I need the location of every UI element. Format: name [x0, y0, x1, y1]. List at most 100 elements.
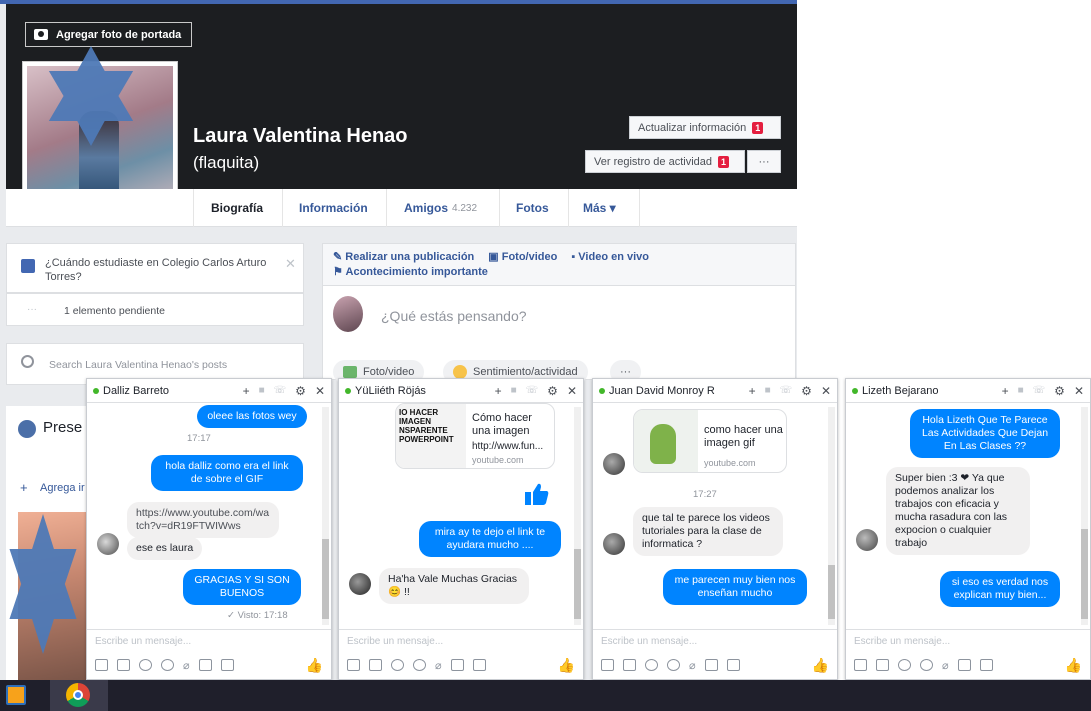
photo-icon[interactable]	[95, 659, 108, 671]
phone-icon[interactable]: ☏	[780, 385, 793, 396]
plus-icon[interactable]: +	[495, 384, 502, 398]
media-player-taskbar-icon[interactable]	[6, 685, 26, 705]
emoji-icon[interactable]	[667, 659, 680, 671]
photo-video-tab[interactable]: ▣ Foto/video	[488, 250, 557, 263]
gear-icon[interactable]: ⚙	[801, 384, 812, 398]
attach-icon[interactable]: ⌀	[435, 659, 442, 672]
profile-name[interactable]: Laura Valentina Henao	[193, 125, 408, 148]
chat-messages[interactable]: IO HACER IMAGEN NSPARENTE POWERPOINT Cóm…	[339, 403, 583, 629]
camera-icon[interactable]	[957, 659, 971, 671]
calendar-icon[interactable]	[979, 659, 993, 671]
camera-icon[interactable]	[450, 659, 464, 671]
chat-window-dalliz[interactable]: Dalliz Barreto + ■ ☏ ⚙ ✕ oleee las fotos…	[86, 378, 332, 680]
chat-window-lizeth[interactable]: Lizeth Bejarano + ■ ☏ ⚙ ✕ Hola Lizeth Qu…	[845, 378, 1091, 680]
chat-contact-name[interactable]: Juan David Monroy R	[609, 385, 749, 397]
photo-icon[interactable]	[347, 659, 360, 671]
chat-header[interactable]: Juan David Monroy R + ■ ☏ ⚙ ✕	[593, 379, 837, 403]
message-input[interactable]: Escribe un mensaje...	[593, 629, 837, 651]
tab-more[interactable]: Más ▾	[583, 189, 616, 227]
like-icon[interactable]: 👍	[812, 657, 829, 674]
scrollbar-thumb[interactable]	[322, 539, 329, 619]
add-cover-photo-button[interactable]: Agregar foto de portada	[25, 22, 193, 47]
calendar-icon[interactable]	[472, 659, 486, 671]
scrollbar-thumb[interactable]	[574, 549, 581, 619]
tab-information[interactable]: Información	[299, 189, 368, 227]
emoji-icon[interactable]	[413, 659, 426, 671]
gif-icon[interactable]	[391, 659, 404, 671]
live-video-tab[interactable]: ▪ Video en vivo	[571, 251, 649, 263]
link-preview-card[interactable]: como hacer una imagen gif youtube.com	[633, 409, 787, 473]
attach-icon[interactable]: ⌀	[942, 659, 949, 672]
camera-icon[interactable]	[198, 659, 212, 671]
message-input[interactable]: Escribe un mensaje...	[846, 629, 1090, 651]
chat-header[interactable]: Dalliz Barreto + ■ ☏ ⚙ ✕	[87, 379, 331, 403]
video-icon[interactable]: ■	[1018, 385, 1024, 396]
activity-log-button[interactable]: Ver registro de actividad 1	[585, 150, 745, 173]
close-icon[interactable]: ✕	[567, 384, 577, 398]
search-posts-input[interactable]: Search Laura Valentina Henao's posts	[49, 359, 227, 371]
chat-window-juan-david[interactable]: Juan David Monroy R + ■ ☏ ⚙ ✕ como hacer…	[592, 378, 838, 680]
calendar-icon[interactable]	[220, 659, 234, 671]
plus-icon[interactable]: +	[243, 384, 250, 398]
tab-biography[interactable]: Biografía	[211, 189, 263, 227]
like-icon[interactable]: 👍	[306, 657, 323, 674]
update-info-button[interactable]: Actualizar información 1	[629, 116, 781, 139]
tab-photos[interactable]: Fotos	[516, 189, 549, 227]
close-icon[interactable]: ✕	[1074, 384, 1084, 398]
sticker-icon[interactable]	[876, 659, 889, 671]
chat-messages[interactable]: Hola Lizeth Que Te Parece Las Actividade…	[846, 403, 1090, 629]
message-input[interactable]: Escribe un mensaje...	[87, 629, 331, 651]
video-icon[interactable]: ■	[765, 385, 771, 396]
message-received-link[interactable]: https://www.youtube.com/watch?v=dR19FTWI…	[127, 502, 279, 538]
sticker-icon[interactable]	[117, 659, 130, 671]
gear-icon[interactable]: ⚙	[547, 384, 558, 398]
chat-contact-name[interactable]: Lizeth Bejarano	[862, 385, 1002, 397]
link-preview-card[interactable]: IO HACER IMAGEN NSPARENTE POWERPOINT Cóm…	[395, 403, 555, 469]
chat-messages[interactable]: oleee las fotos wey 17:17 hola dalliz co…	[87, 403, 331, 629]
message-input[interactable]: Escribe un mensaje...	[339, 629, 583, 651]
gif-icon[interactable]	[645, 659, 658, 671]
attach-icon[interactable]: ⌀	[183, 659, 190, 672]
chat-contact-name[interactable]: YüLiiéth Röjás	[355, 385, 495, 397]
gear-icon[interactable]: ⚙	[1054, 384, 1065, 398]
emoji-icon[interactable]	[161, 659, 174, 671]
calendar-icon[interactable]	[726, 659, 740, 671]
more-options-button[interactable]: ···	[747, 150, 781, 173]
phone-icon[interactable]: ☏	[1033, 385, 1046, 396]
photo-icon[interactable]	[854, 659, 867, 671]
video-icon[interactable]: ■	[511, 385, 517, 396]
question-text[interactable]: ¿Cuándo estudiaste en Colegio Carlos Art…	[45, 256, 273, 284]
tab-friends[interactable]: Amigos 4.232	[404, 189, 477, 227]
composer-body[interactable]: ¿Qué estás pensando? Foto/video Sentimie…	[322, 286, 796, 384]
scrollbar-thumb[interactable]	[828, 565, 835, 619]
emoji-icon[interactable]	[920, 659, 933, 671]
plus-icon[interactable]: +	[749, 384, 756, 398]
chat-window-yuliieth[interactable]: YüLiiéth Röjás + ■ ☏ ⚙ ✕ IO HACER IMAGEN…	[338, 378, 584, 680]
life-event-tab[interactable]: ⚑ Acontecimiento importante	[333, 265, 785, 278]
close-icon[interactable]: ✕	[821, 384, 831, 398]
like-icon[interactable]: 👍	[558, 657, 575, 674]
like-icon[interactable]: 👍	[1065, 657, 1082, 674]
write-post-tab[interactable]: ✎ Realizar una publicación	[333, 250, 474, 263]
attach-icon[interactable]: ⌀	[689, 659, 696, 672]
sticker-icon[interactable]	[623, 659, 636, 671]
chat-contact-name[interactable]: Dalliz Barreto	[103, 385, 243, 397]
gear-icon[interactable]: ⚙	[295, 384, 306, 398]
photo-icon[interactable]	[601, 659, 614, 671]
phone-icon[interactable]: ☏	[526, 385, 539, 396]
chat-header[interactable]: Lizeth Bejarano + ■ ☏ ⚙ ✕	[846, 379, 1090, 403]
scrollbar-thumb[interactable]	[1081, 529, 1088, 619]
close-icon[interactable]: ✕	[285, 256, 296, 272]
chat-messages[interactable]: como hacer una imagen gif youtube.com 17…	[593, 403, 837, 629]
camera-icon[interactable]	[704, 659, 718, 671]
chat-header[interactable]: YüLiiéth Röjás + ■ ☏ ⚙ ✕	[339, 379, 583, 403]
gif-icon[interactable]	[898, 659, 911, 671]
close-icon[interactable]: ✕	[315, 384, 325, 398]
sticker-icon[interactable]	[369, 659, 382, 671]
phone-icon[interactable]: ☏	[274, 385, 287, 396]
pending-items-row[interactable]: ··· 1 elemento pendiente	[6, 293, 304, 326]
composer-input[interactable]: ¿Qué estás pensando?	[381, 308, 527, 324]
add-intro-link[interactable]: Agrega ir	[40, 482, 85, 494]
video-icon[interactable]: ■	[259, 385, 265, 396]
gif-icon[interactable]	[139, 659, 152, 671]
